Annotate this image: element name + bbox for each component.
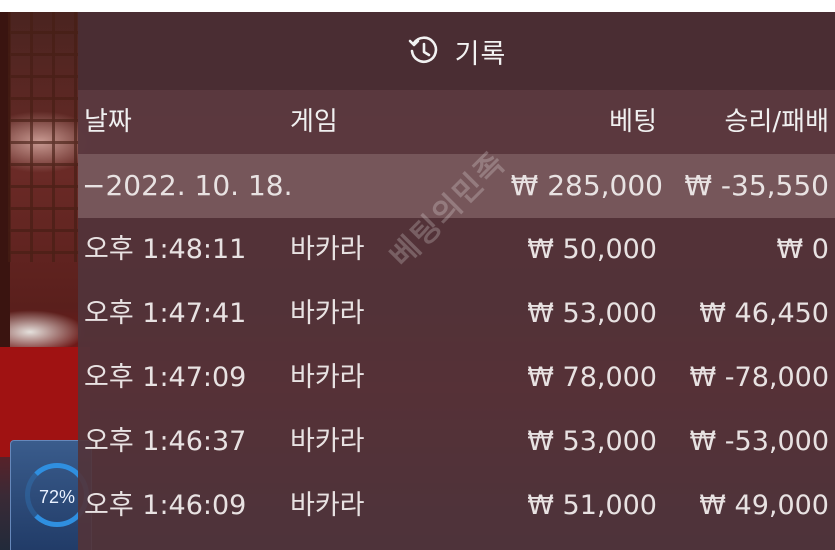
row-win-loss: ₩ 0 bbox=[776, 234, 829, 265]
row-time: 오후 1:47:41 bbox=[84, 298, 247, 329]
row-win-loss: ₩ -53,000 bbox=[689, 426, 830, 457]
summary-date: −2022. 10. 18. bbox=[82, 169, 293, 202]
row-game: 바카라 bbox=[290, 490, 365, 521]
history-panel-header: 기록 bbox=[78, 12, 835, 90]
row-bet: ₩ 50,000 bbox=[527, 234, 657, 265]
timer-percent: 72% bbox=[39, 487, 76, 507]
row-game: 바카라 bbox=[290, 234, 365, 265]
history-title: 기록 bbox=[454, 38, 507, 70]
row-bet: ₩ 53,000 bbox=[527, 298, 657, 329]
table-row[interactable]: 오후 1:47:09 바카라 ₩ 78,000 ₩ -78,000 bbox=[78, 346, 835, 410]
background-lattice-window bbox=[8, 12, 78, 262]
summary-win-loss-total: ₩ -35,550 bbox=[684, 169, 829, 202]
summary-bet-total: ₩ 285,000 bbox=[510, 169, 663, 202]
column-header-game: 게임 bbox=[290, 107, 338, 137]
column-header-date: 날짜 bbox=[84, 107, 132, 137]
row-time: 오후 1:46:09 bbox=[84, 490, 247, 521]
row-bet: ₩ 53,000 bbox=[527, 426, 657, 457]
table-row[interactable]: 오후 1:46:09 바카라 ₩ 51,000 ₩ 49,000 bbox=[78, 474, 835, 538]
row-time: 오후 1:46:37 bbox=[84, 426, 247, 457]
table-row[interactable]: 오후 1:47:41 바카라 ₩ 53,000 ₩ 46,450 bbox=[78, 282, 835, 346]
row-time: 오후 1:47:09 bbox=[84, 362, 247, 393]
table-row[interactable]: 오후 1:46:37 바카라 ₩ 53,000 ₩ -53,000 bbox=[78, 410, 835, 474]
row-win-loss: ₩ 49,000 bbox=[699, 490, 829, 521]
table-header: 날짜 게임 베팅 승리/패배 bbox=[78, 90, 835, 154]
row-game: 바카라 bbox=[290, 362, 365, 393]
row-game: 바카라 bbox=[290, 426, 365, 457]
column-header-win-loss: 승리/패배 bbox=[724, 107, 829, 137]
row-time: 오후 1:48:11 bbox=[84, 234, 247, 265]
row-bet: ₩ 78,000 bbox=[527, 362, 657, 393]
row-bet: ₩ 51,000 bbox=[527, 490, 657, 521]
row-win-loss: ₩ 46,450 bbox=[699, 298, 829, 329]
history-panel: 기록 날짜 게임 베팅 승리/패배 −2022. 10. 18. ₩ 285,0… bbox=[78, 12, 835, 550]
history-icon bbox=[407, 34, 441, 68]
column-header-bet: 베팅 bbox=[609, 107, 657, 137]
row-game: 바카라 bbox=[290, 298, 365, 329]
row-win-loss: ₩ -78,000 bbox=[689, 362, 830, 393]
screen: 72% 기록 날짜 게임 베팅 승리/패배 −2022. 10. 18. ₩ 2… bbox=[0, 0, 835, 550]
